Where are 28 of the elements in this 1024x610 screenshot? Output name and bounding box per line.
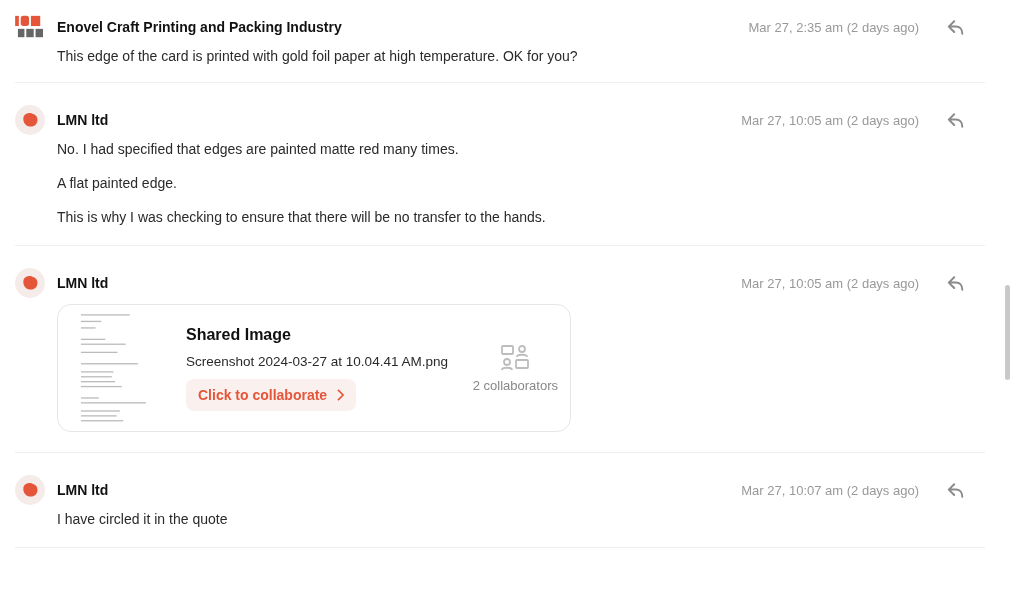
timestamp: Mar 27, 2:35 am (2 days ago) (748, 19, 919, 35)
collaborators-icon (501, 343, 530, 372)
reply-icon[interactable] (947, 481, 965, 499)
timestamp: Mar 27, 10:07 am (2 days ago) (741, 482, 919, 498)
message-text: A flat painted edge. (57, 175, 178, 191)
scrollbar-thumb[interactable] (1005, 285, 1010, 380)
author-name: LMN ltd (57, 275, 109, 291)
avatar-icon (15, 105, 45, 135)
author-name: Enovel Craft Printing and Packing Industry (57, 19, 342, 35)
author-name: LMN ltd (57, 112, 109, 128)
author-name: LMN ltd (57, 482, 109, 498)
avatar-icon (15, 268, 45, 298)
collaborate-button[interactable]: Click to collaborate (186, 378, 357, 411)
attachment-title: Shared Image (186, 325, 292, 344)
file-name: Screenshot 2024-03-27 at 10.04.41 AM.png (186, 353, 448, 369)
message-text: No. I had specified that edges are painted matte red many times. (57, 141, 460, 157)
message-text: I have circled it in the quote (57, 511, 229, 527)
reply-icon[interactable] (947, 111, 965, 129)
message-text: This is why I was checking to ensure that there will be no transfer to the hands. (57, 209, 547, 225)
message-text: This edge of the card is printed with gold foil paper at high temperature. OK for you? (57, 48, 579, 64)
timestamp: Mar 27, 10:05 am (2 days ago) (741, 112, 919, 128)
chevron-icon (337, 388, 345, 401)
timestamp: Mar 27, 10:05 am (2 days ago) (741, 275, 919, 291)
collaborators-count: 2 collaborators (472, 377, 558, 393)
reply-icon[interactable] (947, 274, 965, 292)
reply-icon[interactable] (947, 18, 965, 36)
company-logo-icon (15, 14, 45, 40)
avatar-icon (15, 475, 45, 505)
